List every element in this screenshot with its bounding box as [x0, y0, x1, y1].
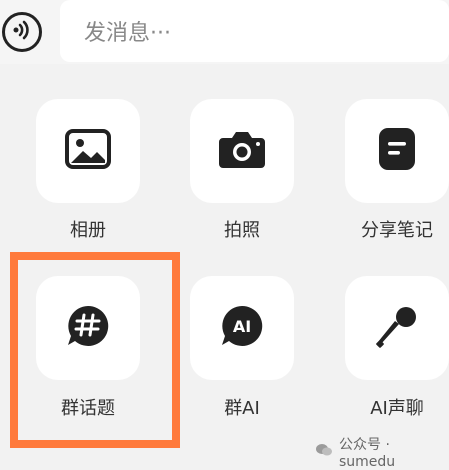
camera-tile[interactable]: [190, 99, 294, 203]
group-ai-tile[interactable]: AI: [190, 276, 294, 380]
image-icon: [65, 129, 111, 173]
camera-icon: [217, 128, 267, 174]
microphone-icon: [373, 302, 421, 354]
share-note-tile[interactable]: [345, 99, 449, 203]
message-input-placeholder: 发消息···: [84, 21, 171, 46]
share-note-label: 分享笔记: [361, 220, 433, 241]
hashtag-bubble-icon: [65, 304, 111, 352]
group-topic-label: 群话题: [61, 398, 115, 419]
message-input[interactable]: 发消息···: [60, 0, 449, 62]
album-tile[interactable]: [36, 99, 140, 203]
ai-bubble-text: AI: [233, 317, 251, 336]
group-topic-tile[interactable]: [36, 276, 140, 380]
composer-bar: 发消息···: [0, 0, 449, 64]
ai-bubble-icon: AI: [219, 304, 265, 352]
camera-label: 拍照: [224, 220, 260, 241]
voice-input-button[interactable]: [2, 12, 42, 52]
wechat-icon: [315, 443, 333, 461]
album-label: 相册: [70, 220, 106, 241]
group-ai-label: 群AI: [224, 398, 260, 419]
watermark: 公众号 · sumedu: [315, 434, 449, 470]
voice-icon: [11, 19, 33, 45]
note-icon: [377, 126, 417, 176]
ai-voice-chat-tile[interactable]: [345, 276, 449, 380]
ai-voice-chat-label: AI声聊: [370, 398, 424, 419]
watermark-text: 公众号 · sumedu: [339, 437, 396, 470]
